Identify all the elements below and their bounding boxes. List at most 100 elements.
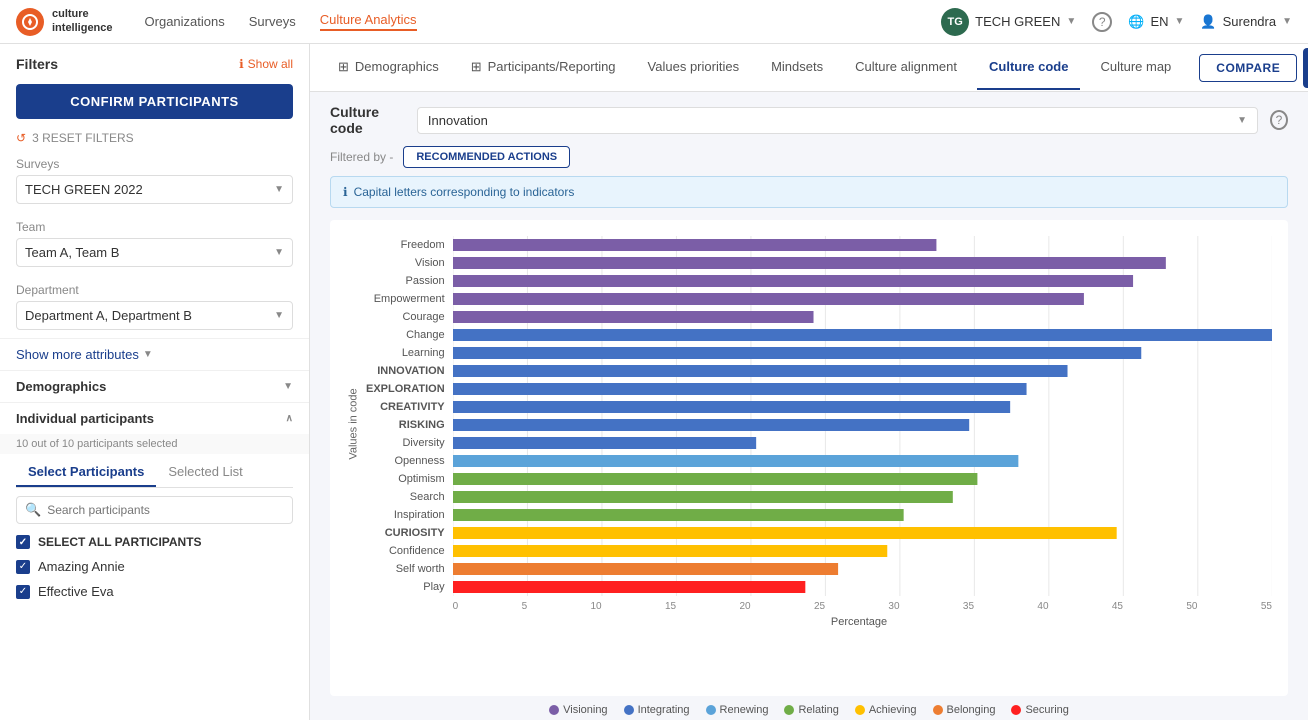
legend-belonging: Belonging: [933, 704, 996, 716]
select-participants-tab[interactable]: Select Participants: [16, 458, 156, 487]
org-name: TECH GREEN: [975, 14, 1060, 29]
bar-diversity: [453, 437, 756, 449]
bar-passion: [453, 275, 1133, 287]
culture-code-label: Culture code: [989, 59, 1068, 74]
nav-surveys[interactable]: Surveys: [249, 14, 296, 29]
participants-tab-label: Participants/Reporting: [488, 59, 616, 74]
mindsets-label: Mindsets: [771, 59, 823, 74]
individual-participants-header[interactable]: Individual participants ∧: [16, 411, 293, 426]
show-all-link[interactable]: ℹ Show all: [239, 57, 293, 71]
logo: cultureintelligence: [16, 8, 113, 36]
show-more-section: Show more attributes ▼: [0, 338, 309, 370]
participant-name-1: Amazing Annie: [38, 559, 125, 574]
bar-curiosity: [453, 527, 1117, 539]
search-participants-box[interactable]: 🔍: [16, 496, 293, 524]
chart-svg: [453, 236, 1272, 596]
tab-culture-alignment[interactable]: Culture alignment: [843, 45, 969, 90]
team-value: Team A, Team B: [25, 245, 119, 260]
x-tick-15: 15: [665, 601, 676, 612]
info-circle-icon: ℹ: [343, 185, 348, 199]
legend-visioning: Visioning: [549, 704, 607, 716]
chart-help-icon[interactable]: ?: [1270, 110, 1288, 130]
confirm-participants-button[interactable]: CONFIRM PARTICIPANTS: [16, 84, 293, 119]
lang-chevron-icon: ▼: [1175, 16, 1185, 27]
x-tick-45: 45: [1112, 601, 1123, 612]
renewing-label: Renewing: [720, 704, 769, 716]
user-icon: 👤: [1200, 14, 1216, 30]
y-label-optimism: Optimism: [398, 470, 444, 488]
achieving-label: Achieving: [869, 704, 917, 716]
x-tick-55: 55: [1261, 601, 1272, 612]
y-label-innovation: INNOVATION: [377, 362, 444, 380]
check-icon: ✓: [19, 561, 27, 572]
department-dropdown[interactable]: Department A, Department B ▼: [16, 301, 293, 330]
recommended-actions-button[interactable]: RECOMMENDED ACTIONS: [403, 146, 570, 168]
reset-filters-button[interactable]: ↺ 3 RESET FILTERS: [0, 127, 309, 149]
securing-dot: [1011, 705, 1021, 715]
compare-button[interactable]: COMPARE: [1199, 54, 1297, 82]
nav-organizations[interactable]: Organizations: [145, 14, 225, 29]
show-more-button[interactable]: Show more attributes ▼: [16, 347, 293, 362]
main-content: ⊞ Demographics ⊞ Participants/Reporting …: [310, 44, 1308, 720]
mindset-pct-button[interactable]: MINDSET PCT: [1303, 48, 1308, 88]
nav-culture-analytics[interactable]: Culture Analytics: [320, 12, 417, 31]
y-axis-title: Values in code: [348, 388, 360, 459]
tab-demographics[interactable]: ⊞ Demographics: [326, 45, 451, 91]
bar-creativity: [453, 401, 1010, 413]
selected-list-tab[interactable]: Selected List: [156, 458, 254, 487]
participant-checkbox-1[interactable]: ✓: [16, 560, 30, 574]
surveys-value: TECH GREEN 2022: [25, 182, 143, 197]
search-participants-input[interactable]: [47, 503, 284, 517]
surveys-dropdown[interactable]: TECH GREEN 2022 ▼: [16, 175, 293, 204]
user-name: Surendra: [1223, 14, 1276, 29]
list-item: ✓ Amazing Annie: [0, 554, 309, 579]
bar-vision: [453, 257, 1166, 269]
help-button[interactable]: ?: [1092, 12, 1112, 32]
reset-icon: ↺: [16, 131, 26, 145]
sidebar: Filters ℹ Show all CONFIRM PARTICIPANTS …: [0, 44, 310, 720]
tab-culture-code[interactable]: Culture code: [977, 45, 1080, 90]
x-tick-40: 40: [1037, 601, 1048, 612]
team-dropdown[interactable]: Team A, Team B ▼: [16, 238, 293, 267]
belonging-label: Belonging: [947, 704, 996, 716]
bar-freedom: [453, 239, 936, 251]
relating-dot: [784, 705, 794, 715]
tab-culture-map[interactable]: Culture map: [1088, 45, 1183, 90]
y-label-search: Search: [410, 488, 445, 506]
filters-title: Filters: [16, 56, 58, 72]
language-selector[interactable]: 🌐 EN ▼: [1128, 14, 1184, 30]
check-icon: ✓: [19, 586, 27, 597]
info-banner: ℹ Capital letters corresponding to indic…: [330, 176, 1288, 208]
question-icon: ?: [1092, 12, 1112, 32]
y-label-confidence: Confidence: [389, 542, 445, 560]
user-menu[interactable]: 👤 Surendra ▼: [1200, 14, 1292, 30]
y-label-exploration: EXPLORATION: [366, 380, 445, 398]
participants-count: 10 out of 10 participants selected: [0, 434, 309, 454]
tab-mindsets[interactable]: Mindsets: [759, 45, 835, 90]
participant-checkbox-2[interactable]: ✓: [16, 585, 30, 599]
demographics-header[interactable]: Demographics ▼: [16, 379, 293, 394]
values-priorities-label: Values priorities: [648, 59, 740, 74]
chart-legend: Visioning Integrating Renewing Relating …: [330, 704, 1288, 716]
bar-search: [453, 491, 953, 503]
bar-exploration: [453, 383, 1027, 395]
select-all-checkbox[interactable]: ✓: [16, 535, 30, 549]
demographics-tab-label: Demographics: [355, 59, 439, 74]
action-buttons: COMPARE MINDSET PCT VALUES INDIVIDUAL BR…: [1199, 47, 1308, 89]
surveys-label: Surveys: [16, 157, 293, 171]
culture-code-dropdown[interactable]: Innovation ▼: [417, 107, 1258, 134]
lang-flag-icon: 🌐: [1128, 14, 1144, 30]
individual-participants-section: Individual participants ∧: [0, 402, 309, 434]
sub-nav: ⊞ Demographics ⊞ Participants/Reporting …: [310, 44, 1308, 92]
department-label: Department: [16, 283, 293, 297]
tab-values-priorities[interactable]: Values priorities: [636, 45, 752, 90]
belonging-dot: [933, 705, 943, 715]
department-value: Department A, Department B: [25, 308, 192, 323]
dropdown-chevron-icon: ▼: [1237, 115, 1247, 126]
legend-integrating: Integrating: [624, 704, 690, 716]
org-selector[interactable]: TG TECH GREEN ▼: [941, 8, 1076, 36]
y-label-passion: Passion: [406, 272, 445, 290]
select-all-participants[interactable]: ✓ SELECT ALL PARTICIPANTS: [0, 530, 309, 554]
chart-title: Culture code: [330, 104, 405, 136]
tab-participants-reporting[interactable]: ⊞ Participants/Reporting: [459, 45, 628, 91]
